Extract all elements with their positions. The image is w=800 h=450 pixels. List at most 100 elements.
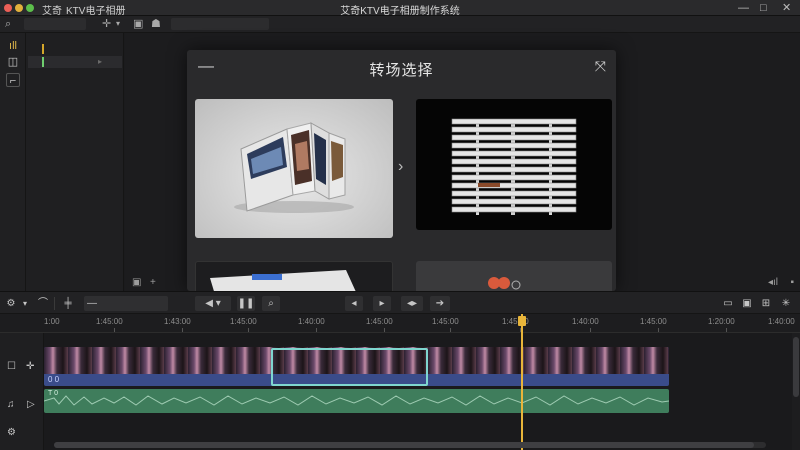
transition-dialog: — 转场选择 ⤧ › [187,50,616,291]
vertical-scrollbar[interactable] [792,333,800,450]
title-bar: 艾奇 KTV电子相册 艾奇KTV电子相册制作系统 — □ ✕ [0,0,800,17]
scrollbar-thumb[interactable] [54,442,754,448]
play-track-icon[interactable]: ▷ [27,399,35,410]
zoom-window-button[interactable] [26,4,34,12]
scrollbar-thumb[interactable] [793,337,799,397]
track-marker-icon [42,44,44,54]
comment-icon[interactable]: ▭ [721,296,735,311]
ruler-label: 1:45:00 [230,317,257,326]
menu-ktv[interactable]: KTV电子相册 [66,2,125,17]
close-window-button[interactable] [4,4,12,12]
ruler-tick [384,328,385,332]
left-rail: ıll ◫ ⌐ [0,33,26,291]
divider [54,297,55,310]
audio-waveform [44,395,669,406]
settings-icon[interactable]: ⚙ [7,427,16,438]
audio-clip[interactable]: T 0 [44,389,669,413]
split-icon[interactable]: ✛ [102,18,111,30]
selected-clip-segment[interactable] [271,348,428,386]
ruler-gutter [0,314,44,333]
step-back-button[interactable]: ◀ ▾ [195,296,231,311]
settings-icon[interactable]: ▪ [790,277,794,288]
chevron-right-icon: ▸ [97,57,102,66]
audio-clip-label: T 0 [48,390,58,397]
slide-illustration [210,270,356,291]
transition-thumb-blinds[interactable] [416,99,612,230]
track-headers: ☐ ✛ ♫ ▷ ⚙ [0,333,44,450]
lock-icon[interactable]: ☗ [151,18,161,30]
timeline-tracks: 0 0 T 0 [44,314,800,450]
ruler-label: 1:45:00 [640,317,667,326]
fit-icon[interactable]: ◂▸ [401,296,423,311]
transition-thumb-hearts[interactable] [416,261,612,291]
ruler-tick [590,328,591,332]
hearts-illustration [488,277,521,290]
video-track-icon[interactable]: ☐ [7,361,16,372]
ruler-tick [726,328,727,332]
rewind-icon[interactable]: ◂ [345,296,363,311]
track-marker-icon [42,57,44,67]
chevron-down-icon[interactable]: ▾ [116,18,120,30]
ruler-label: 1:40:00 [298,317,325,326]
settings-icon[interactable]: ⚙ [4,296,18,311]
book-fold-illustration [234,122,354,213]
media-list: ▸ [26,33,124,291]
audio-track-icon[interactable]: ♫ [7,399,15,410]
chevron-right-icon[interactable]: › [398,158,403,176]
snapshot-icon[interactable]: ▣ [740,296,754,311]
equalizer-icon[interactable]: ıll [6,39,20,53]
ruler-tick [114,328,115,332]
play-icon[interactable]: ▸ [373,296,391,311]
minimize-icon[interactable]: — [738,1,749,15]
lock-track-icon[interactable]: ✛ [26,361,34,372]
camera-icon[interactable]: ◫ [6,55,20,69]
crop-icon[interactable]: ⌐ [6,73,20,87]
transition-thumb-slide[interactable] [195,261,393,291]
ruler-tick [316,328,317,332]
ruler-tick [182,328,183,332]
horizontal-scrollbar[interactable] [54,442,766,448]
add-icon[interactable]: + [150,277,156,288]
dialog-title: 转场选择 [369,62,434,79]
ruler-tick [248,328,249,332]
maximize-icon[interactable]: □ [760,1,767,15]
split-clip-icon[interactable]: ╪ [60,296,76,311]
ruler-label: 1:45:00 [432,317,459,326]
ruler-label: 1:20:00 [708,317,735,326]
menu-app[interactable]: 艾奇 [42,2,62,17]
ruler-label: 1:45:00 [366,317,393,326]
ruler-label: 1:40:00 [572,317,599,326]
media-path-field[interactable] [171,18,269,30]
ruler-label: 1:40:00 [768,317,795,326]
search-input[interactable] [24,18,86,30]
playhead[interactable] [521,314,523,450]
zoom-icon[interactable]: ⌕ [262,296,280,311]
timeline-ruler[interactable]: 1:00 1:45:00 1:43:00 1:45:00 1:40:00 1:4… [44,314,800,333]
ruler-tick [658,328,659,332]
minimize-window-button[interactable] [15,4,23,12]
ruler-tick [450,328,451,332]
playhead-handle[interactable] [518,316,526,326]
expand-icon[interactable]: ⤧ [595,58,606,75]
transition-thumb-book-fold[interactable] [195,99,393,238]
magnet-icon[interactable]: ⌒ [35,296,51,311]
close-icon[interactable]: ✕ [782,1,791,15]
chevron-down-icon[interactable]: ▾ [20,296,30,311]
list-item[interactable]: ▸ [28,56,122,68]
ruler-label: 1:43:00 [164,317,191,326]
blinds-illustration [451,118,577,215]
list-item[interactable] [28,43,122,55]
volume-icon[interactable]: ◂ıl [768,277,778,288]
effects-icon[interactable]: ✳ [778,296,794,311]
pause-button[interactable]: ❚❚ [237,296,255,311]
clip-tag: 0 0 [48,375,60,384]
ruler-label: 1:45:00 [96,317,123,326]
ruler-label: 1:00 [44,317,60,326]
forward-icon[interactable]: ➔ [430,296,450,311]
minus-icon[interactable]: — [86,296,98,311]
fullscreen-icon[interactable]: ▣ [132,277,141,288]
search-icon[interactable]: ⌕ [5,18,11,30]
image-icon[interactable]: ▣ [133,18,143,30]
top-toolbar: ⌕ ✛ ▾ ▣ ☗ [0,16,800,33]
grid-icon[interactable]: ⊞ [759,296,773,311]
